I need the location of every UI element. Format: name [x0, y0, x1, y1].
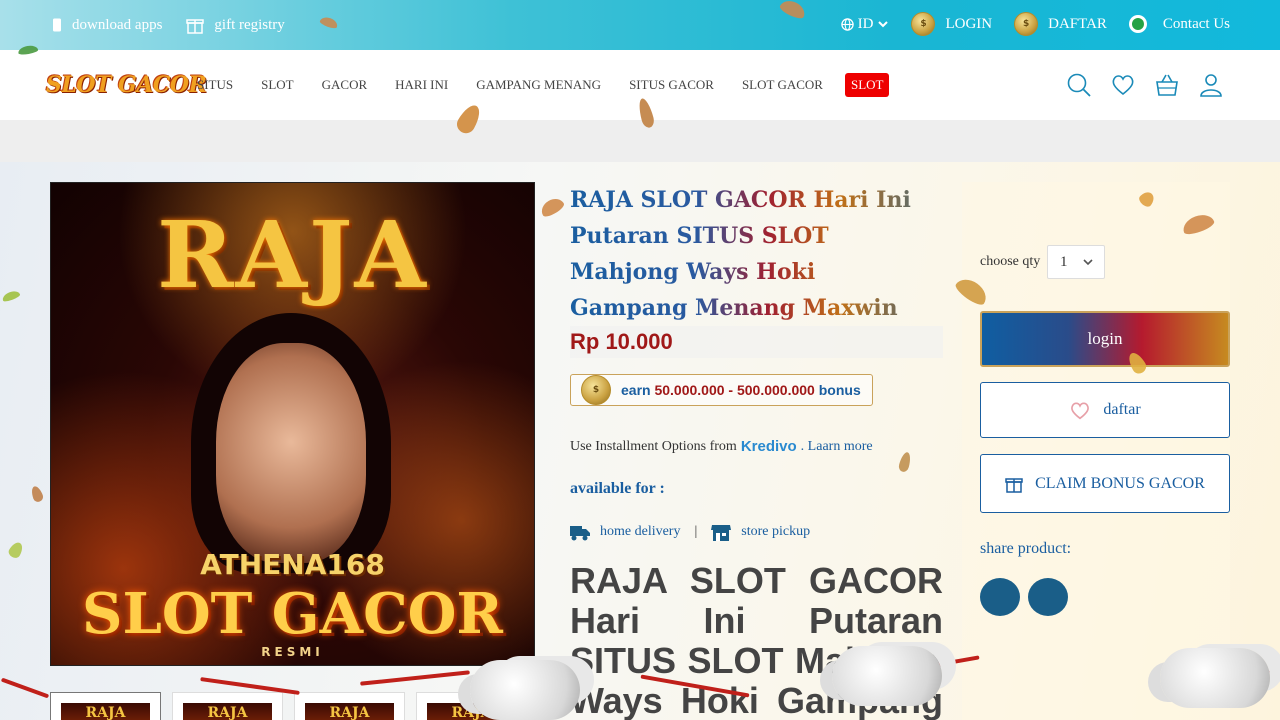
coin-icon: $: [581, 375, 611, 405]
heart-icon: [1071, 402, 1090, 420]
coin-icon: $: [911, 12, 936, 36]
claim-bonus-label: CLAIM BONUS GACOR: [1035, 474, 1205, 492]
nav-item-slot-hot[interactable]: SLOT: [844, 73, 890, 97]
qty-value: 1: [1060, 253, 1068, 270]
nav-icons: [1066, 72, 1224, 98]
nav-item-gacor[interactable]: GACOR: [322, 77, 368, 93]
image-title: RAJA: [157, 201, 428, 309]
share-label: share product:: [980, 540, 1072, 557]
decorative-cloud: [470, 660, 580, 720]
topbar-daftar-label: DAFTAR: [1048, 15, 1107, 32]
gift-registry-link[interactable]: gift registry: [186, 16, 285, 34]
qty-select[interactable]: 1: [1047, 245, 1105, 279]
bonus-prefix: earn: [621, 382, 651, 398]
store-icon: [711, 525, 732, 541]
user-icon[interactable]: [1198, 72, 1224, 98]
nav-item-situs[interactable]: SITUS: [197, 77, 233, 93]
truck-icon: [570, 526, 590, 541]
site-logo[interactable]: SLOT GACOR: [46, 72, 207, 98]
nav-item-slot[interactable]: SLOT: [261, 77, 294, 93]
top-bar: download apps gift registry ID $ LOGIN $…: [0, 0, 1280, 50]
home-delivery-label[interactable]: home delivery: [600, 524, 680, 540]
daftar-button[interactable]: daftar: [980, 382, 1230, 438]
thumbnail-label: RAJA: [305, 703, 394, 720]
decorative-cloud: [1160, 648, 1270, 708]
delivery-separator: |: [694, 524, 698, 539]
daftar-button-label: daftar: [1103, 401, 1141, 418]
thumbnail-label: RAJA: [183, 703, 272, 720]
gift-icon: [186, 19, 205, 34]
gift-registry-label: gift registry: [214, 16, 285, 33]
coin-icon: $: [1014, 12, 1039, 36]
product-title: RAJA SLOT GACOR Hari Ini Putaran SITUS S…: [570, 182, 930, 326]
product-price: Rp 10.000: [570, 326, 943, 358]
delivery-options: home delivery | store pickup: [570, 523, 810, 541]
language-label: ID: [857, 15, 874, 32]
thumbnail-label: RAJA: [61, 703, 150, 720]
login-button-label: login: [1087, 329, 1123, 348]
whatsapp-icon: [1128, 15, 1147, 33]
bonus-text: earn 50.000.000 - 500.000.000 bonus: [621, 382, 861, 398]
bonus-suffix: bonus: [818, 382, 861, 398]
thumbnail[interactable]: RAJA: [172, 692, 283, 720]
breadcrumb-band: [0, 120, 1280, 162]
decorative-cloud: [832, 646, 942, 706]
bonus-badge: $ earn 50.000.000 - 500.000.000 bonus: [570, 374, 873, 406]
download-apps-link[interactable]: download apps: [52, 17, 162, 34]
image-figure-face: [216, 343, 366, 563]
kredivo-logo: Kredivo: [740, 438, 797, 455]
globe-icon: [840, 17, 854, 31]
product-image[interactable]: RAJA ATHENA168 SLOT GACOR RESMI: [50, 182, 535, 666]
topbar-login-label: LOGIN: [945, 15, 993, 32]
thumbnail[interactable]: RAJA: [294, 692, 405, 720]
nav-menu: SITUS SLOT GACOR HARI INI GAMPANG MENANG…: [197, 73, 890, 97]
available-for-label: available for :: [570, 480, 665, 497]
installment-text: Use Installment Options from: [570, 438, 737, 454]
share-button[interactable]: [1028, 578, 1068, 616]
gift-icon: [1005, 477, 1023, 493]
phone-icon: [53, 18, 61, 32]
image-brand: ATHENA168: [200, 548, 385, 581]
learn-more-link[interactable]: . Laarn more: [801, 439, 873, 455]
share-buttons: [980, 578, 1068, 616]
language-selector[interactable]: ID: [840, 15, 890, 33]
login-button[interactable]: login: [980, 311, 1230, 367]
topbar-login-link[interactable]: $ LOGIN: [911, 12, 992, 36]
search-icon[interactable]: [1066, 72, 1092, 98]
image-tag: RESMI: [261, 645, 324, 659]
heart-icon[interactable]: [1110, 72, 1136, 98]
share-button[interactable]: [980, 578, 1020, 616]
basket-icon[interactable]: [1154, 72, 1180, 98]
store-pickup-label[interactable]: store pickup: [741, 524, 810, 540]
chevron-down-icon: [878, 21, 889, 28]
topbar-daftar-link[interactable]: $ DAFTAR: [1014, 12, 1107, 36]
thumbnail-strip: RAJA RAJA RAJA RAJA: [50, 692, 527, 720]
nav-item-slot-gacor[interactable]: SLOT GACOR: [742, 77, 823, 93]
nav-item-hari-ini[interactable]: HARI INI: [395, 77, 448, 93]
chevron-down-icon: [1083, 259, 1093, 266]
contact-us-link[interactable]: Contact Us: [1128, 15, 1230, 33]
download-apps-label: download apps: [72, 16, 163, 33]
thumbnail[interactable]: RAJA: [50, 692, 161, 720]
installment-row: Use Installment Options from Kredivo . L…: [570, 438, 873, 455]
contact-us-label: Contact Us: [1162, 15, 1230, 32]
qty-label: choose qty: [980, 254, 1041, 269]
nav-item-gampang-menang[interactable]: GAMPANG MENANG: [476, 77, 601, 93]
claim-bonus-button[interactable]: CLAIM BONUS GACOR: [980, 454, 1230, 513]
bonus-range: 50.000.000 - 500.000.000: [654, 382, 815, 398]
image-subtitle: SLOT GACOR: [82, 581, 503, 647]
nav-item-situs-gacor[interactable]: SITUS GACOR: [629, 77, 714, 93]
